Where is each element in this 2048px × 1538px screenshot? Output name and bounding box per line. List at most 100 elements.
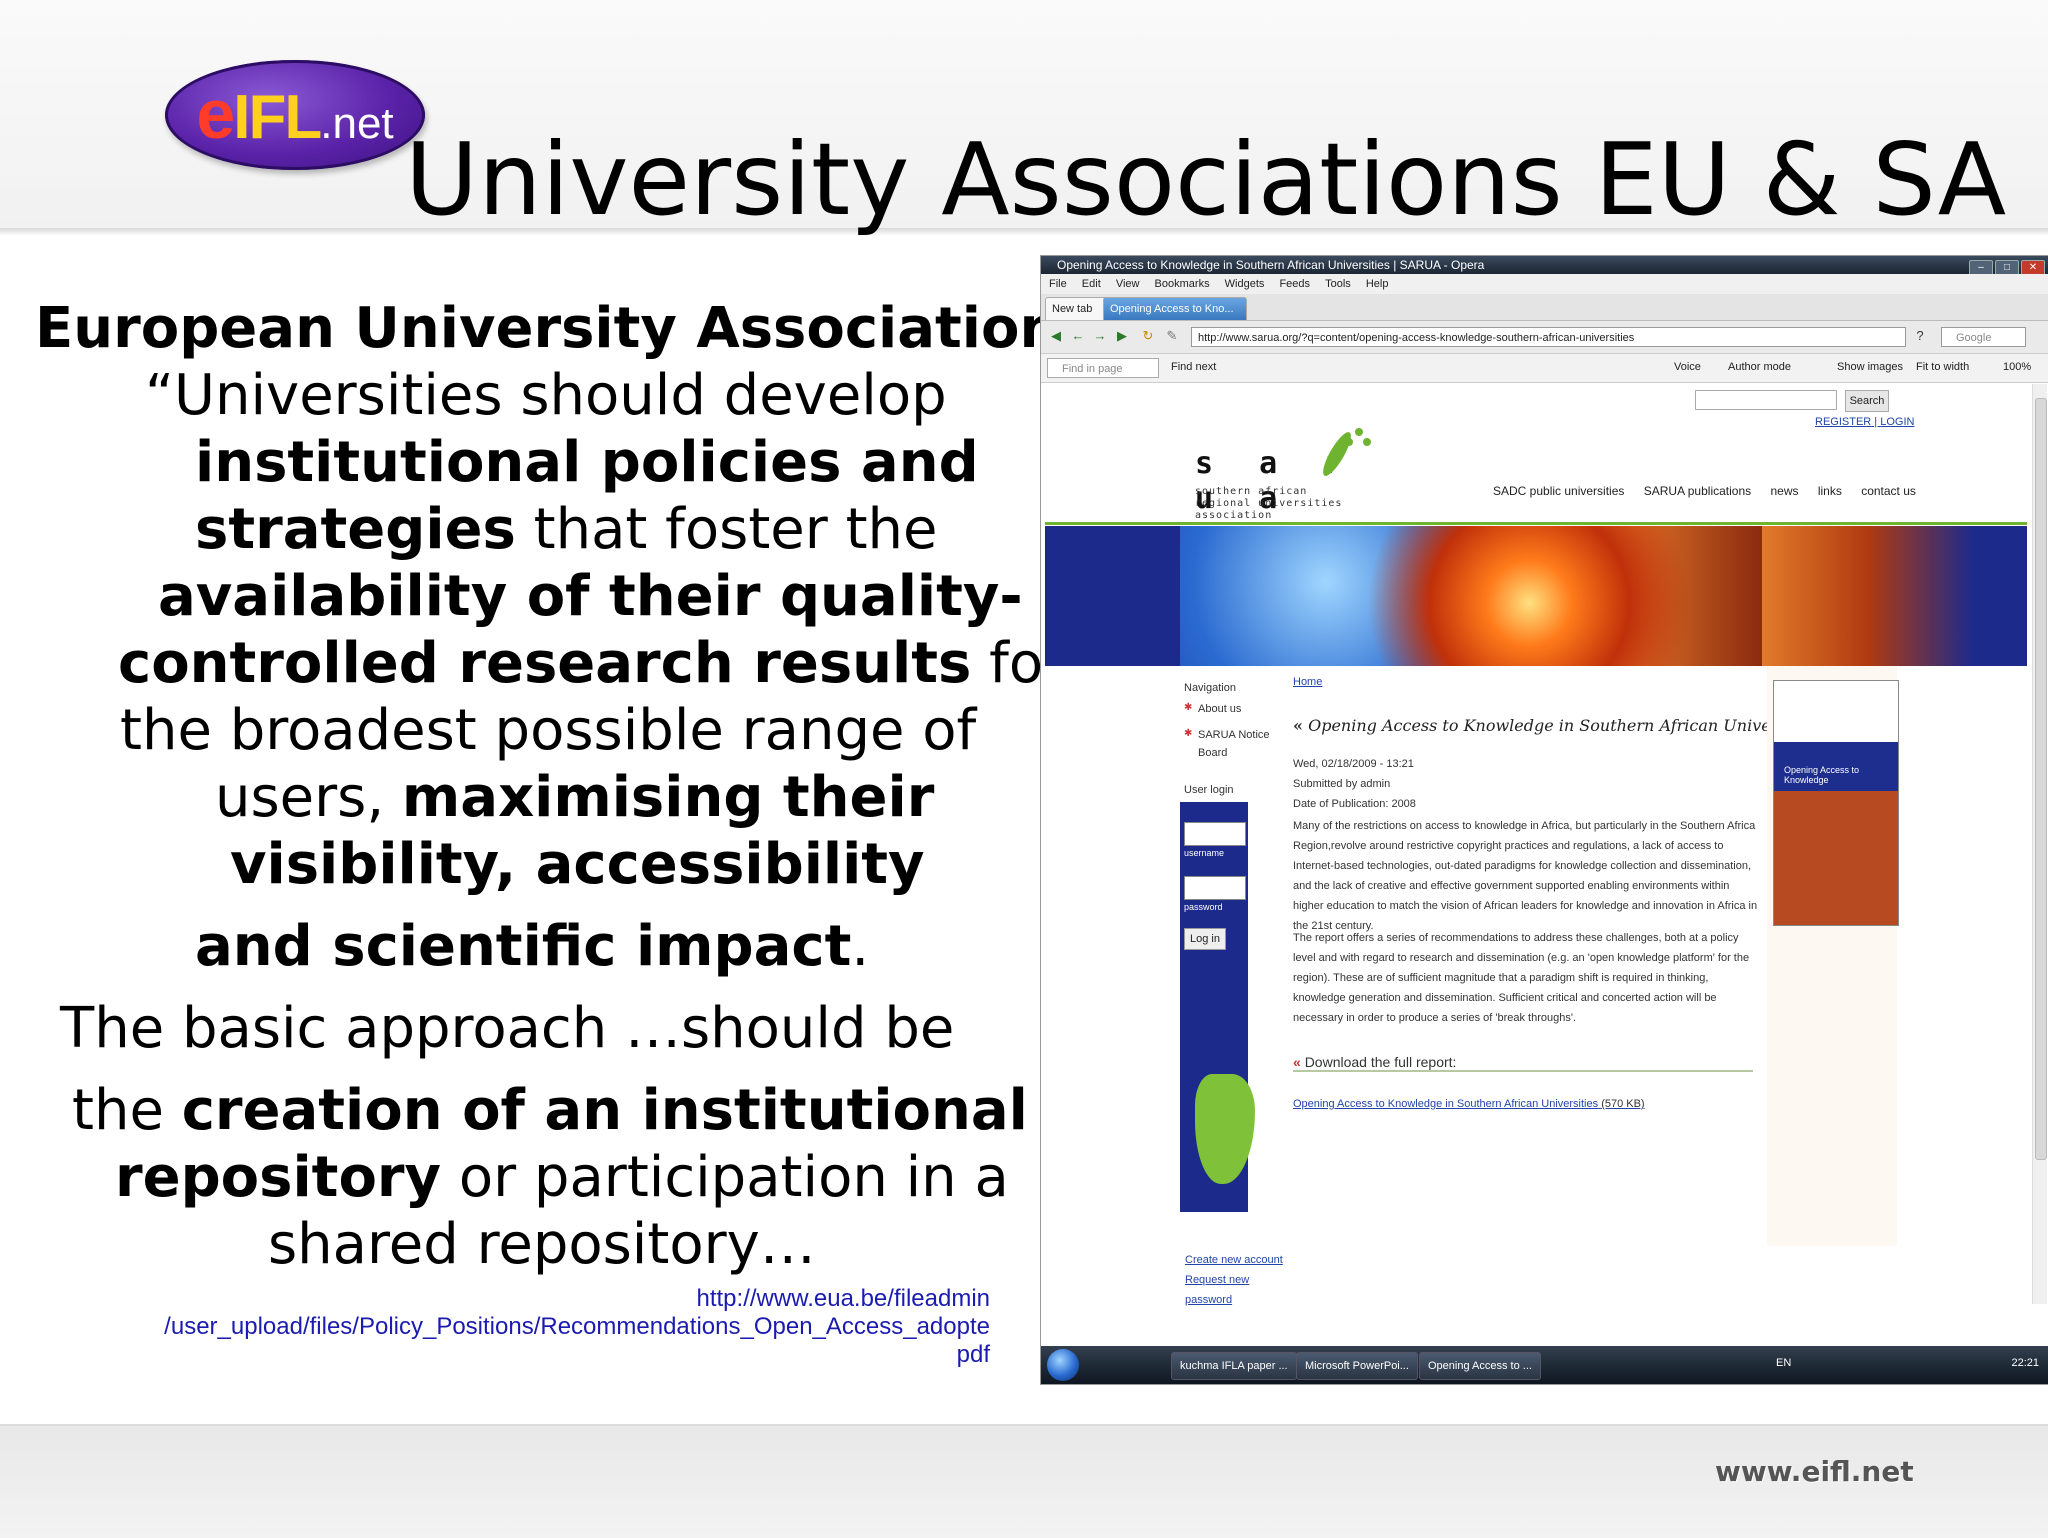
reload-icon[interactable]: ↻ bbox=[1141, 329, 1155, 343]
window-title: Opening Access to Knowledge in Southern … bbox=[1057, 258, 1485, 272]
text-segment: strategies bbox=[195, 497, 516, 562]
login-link[interactable]: LOGIN bbox=[1880, 416, 1914, 428]
menu-file[interactable]: File bbox=[1049, 278, 1067, 290]
text-segment: The basic approach …should be bbox=[60, 996, 955, 1061]
quote-mark-icon: « bbox=[1293, 716, 1303, 735]
navigation-title: Navigation bbox=[1184, 682, 1236, 694]
download-size: (570 KB) bbox=[1601, 1098, 1645, 1110]
menu-view[interactable]: View bbox=[1116, 278, 1140, 290]
show-images-button[interactable]: Show images bbox=[1837, 361, 1903, 373]
menu-bookmarks[interactable]: Bookmarks bbox=[1155, 278, 1210, 290]
source-url-line[interactable]: pdf bbox=[32, 1341, 990, 1369]
text-segment: users, bbox=[215, 765, 402, 830]
body-line: availability of their quality- bbox=[158, 563, 1023, 630]
register-login-links: REGISTER | LOGIN bbox=[1815, 416, 1915, 428]
banner-image-right bbox=[1762, 526, 2027, 666]
nav-about-us[interactable]: About us bbox=[1198, 700, 1241, 718]
body-line: controlled research results for bbox=[118, 630, 1066, 697]
logo-net: .net bbox=[320, 99, 394, 148]
search-engine-input[interactable]: Google bbox=[1941, 327, 2026, 347]
nav-contact-us[interactable]: contact us bbox=[1861, 484, 1916, 498]
nav-sadc-universities[interactable]: SADC public universities bbox=[1493, 484, 1624, 498]
body-line: strategies that foster the bbox=[195, 496, 937, 563]
page-scrollbar[interactable] bbox=[2032, 384, 2047, 1304]
url-input[interactable]: http://www.sarua.org/?q=content/opening-… bbox=[1191, 327, 1906, 347]
text-segment: creation of an institutional bbox=[181, 1078, 1028, 1143]
username-input[interactable] bbox=[1184, 822, 1246, 846]
site-search-input[interactable] bbox=[1695, 390, 1837, 410]
edit-icon[interactable]: ✎ bbox=[1165, 329, 1179, 343]
taskbar-clock: 22:21 bbox=[2011, 1357, 2039, 1369]
menu-help[interactable]: Help bbox=[1366, 278, 1389, 290]
text-segment: visibility, accessibility bbox=[230, 832, 925, 897]
password-label: password bbox=[1184, 902, 1223, 912]
nav-sarua-publications[interactable]: SARUA publications bbox=[1644, 484, 1751, 498]
source-url-line[interactable]: http://www.eua.be/fileadmin bbox=[32, 1285, 991, 1313]
password-input[interactable] bbox=[1184, 876, 1246, 900]
nav-links[interactable]: links bbox=[1818, 484, 1842, 498]
bullet-icon: ✱ bbox=[1184, 702, 1193, 713]
tab-active[interactable]: Opening Access to Kno...x bbox=[1103, 297, 1247, 339]
tab-label: New tab bbox=[1052, 303, 1093, 315]
fast-forward-icon[interactable]: ▶ bbox=[1115, 329, 1129, 343]
body-line: users, maximising their bbox=[215, 764, 934, 831]
request-password-link[interactable]: Request new bbox=[1185, 1270, 1283, 1290]
body-line: The basic approach …should be bbox=[60, 995, 954, 1062]
create-account-link[interactable]: Create new account bbox=[1185, 1250, 1283, 1270]
zoom-level[interactable]: 100% bbox=[2003, 361, 2031, 373]
start-button-icon[interactable] bbox=[1047, 1349, 1079, 1381]
taskbar-item-active[interactable]: Opening Access to ... bbox=[1419, 1352, 1541, 1380]
nav-notice-board[interactable]: SARUA Notice Board bbox=[1198, 726, 1278, 762]
download-link-row: Opening Access to Knowledge in Southern … bbox=[1293, 1098, 1645, 1110]
scrollbar-thumb[interactable] bbox=[2035, 398, 2047, 1160]
menu-widgets[interactable]: Widgets bbox=[1225, 278, 1265, 290]
taskbar-item[interactable]: Microsoft PowerPoi... bbox=[1296, 1352, 1418, 1380]
body-line: visibility, accessibility bbox=[230, 831, 925, 898]
site-top-nav: SADC public universities SARUA publicati… bbox=[1493, 484, 1932, 498]
article-paragraph: The report offers a series of recommenda… bbox=[1293, 932, 1750, 1024]
report-cover-image[interactable]: Opening Access to Knowledge bbox=[1773, 680, 1899, 926]
request-password-link-cont[interactable]: password bbox=[1185, 1290, 1283, 1310]
forward-icon[interactable]: → bbox=[1093, 329, 1107, 343]
taskbar-item[interactable]: kuchma IFLA paper ... bbox=[1171, 1352, 1297, 1380]
body-line: shared repository… bbox=[268, 1211, 816, 1278]
menu-tools[interactable]: Tools bbox=[1325, 278, 1351, 290]
register-link[interactable]: REGISTER bbox=[1815, 416, 1871, 428]
text-segment: or participation in a bbox=[441, 1145, 1009, 1210]
account-links: Create new account Request new password bbox=[1185, 1250, 1283, 1310]
download-heading: « Download the full report: bbox=[1293, 1054, 1753, 1072]
voice-button[interactable]: Voice bbox=[1674, 361, 1701, 373]
site-search-button[interactable]: Search bbox=[1845, 390, 1889, 412]
nav-news[interactable]: news bbox=[1770, 484, 1798, 498]
find-next-button[interactable]: Find next bbox=[1171, 361, 1216, 373]
report-cover-title: Opening Access to Knowledge bbox=[1784, 765, 1860, 785]
download-report-link[interactable]: Opening Access to Knowledge in Southern … bbox=[1293, 1098, 1598, 1110]
breadcrumb-home[interactable]: Home bbox=[1293, 676, 1322, 688]
back-icon[interactable]: ← bbox=[1071, 329, 1085, 343]
source-url-line[interactable]: /user_upload/files/Policy_Positions/Reco… bbox=[32, 1313, 990, 1341]
logo-ifl: IFL bbox=[233, 83, 322, 152]
body-line: institutional policies and bbox=[195, 429, 979, 496]
menu-edit[interactable]: Edit bbox=[1082, 278, 1101, 290]
find-bar: Find in page Find next Voice Author mode… bbox=[1041, 354, 2048, 383]
fit-to-width-button[interactable]: Fit to width bbox=[1916, 361, 1969, 373]
find-input[interactable]: Find in page bbox=[1047, 358, 1159, 378]
text-segment: maximising their bbox=[401, 765, 935, 830]
tab-label: Opening Access to Kno... bbox=[1110, 303, 1234, 315]
language-indicator[interactable]: EN bbox=[1776, 1357, 1791, 1369]
article-content: Home « Opening Access to Knowledge in So… bbox=[1293, 666, 1821, 1246]
help-icon[interactable]: ? bbox=[1913, 329, 1927, 343]
body-line: the creation of an institutional bbox=[72, 1077, 1028, 1144]
menu-bar: File Edit View Bookmarks Widgets Feeds T… bbox=[1041, 274, 2048, 294]
login-button[interactable]: Log in bbox=[1184, 928, 1226, 950]
menu-feeds[interactable]: Feeds bbox=[1279, 278, 1310, 290]
rewind-icon[interactable]: ◀ bbox=[1049, 329, 1063, 343]
windows-taskbar: kuchma IFLA paper ... Microsoft PowerPoi… bbox=[1041, 1346, 2048, 1384]
user-login-title: User login bbox=[1184, 784, 1234, 796]
text-segment: that foster the bbox=[515, 497, 938, 562]
quote-text-block: European University Association: “Univer… bbox=[30, 290, 1078, 1390]
article-publication-date: Date of Publication: 2008 bbox=[1293, 798, 1416, 810]
body-line: “Universities should develop bbox=[145, 362, 947, 429]
body-line: European University Association: bbox=[35, 295, 1078, 362]
author-mode-button[interactable]: Author mode bbox=[1728, 361, 1791, 373]
